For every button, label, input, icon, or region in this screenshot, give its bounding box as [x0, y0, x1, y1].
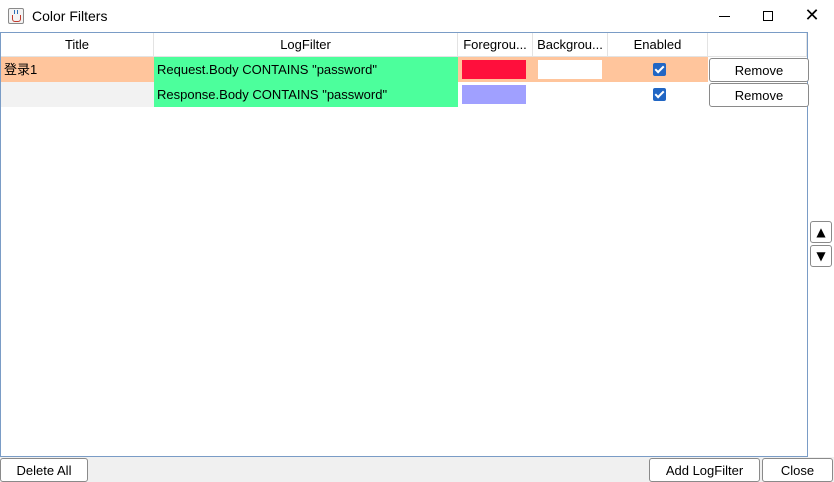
- window-title: Color Filters: [32, 8, 108, 24]
- background-cell[interactable]: [533, 82, 608, 107]
- add-logfilter-button[interactable]: Add LogFilter: [649, 458, 760, 482]
- logfilter-cell[interactable]: Response.Body CONTAINS "password": [154, 82, 458, 107]
- background-color-swatch[interactable]: [538, 60, 602, 79]
- enabled-cell: [608, 82, 708, 107]
- background-cell[interactable]: [533, 57, 608, 82]
- title-bar: Color Filters ✕: [0, 0, 834, 32]
- close-icon: ✕: [804, 5, 820, 26]
- minimize-button[interactable]: [702, 0, 746, 32]
- maximize-button[interactable]: [746, 0, 790, 32]
- java-app-icon: [8, 8, 24, 24]
- move-down-button[interactable]: ▼: [810, 245, 832, 267]
- column-header-actions: [708, 33, 807, 57]
- enabled-cell: [608, 57, 708, 82]
- down-arrow-icon: ▼: [816, 249, 826, 263]
- move-up-button[interactable]: ▲: [810, 221, 832, 243]
- table-row[interactable]: Response.Body CONTAINS "password" Remove: [1, 82, 809, 107]
- close-window-button[interactable]: ✕: [790, 0, 834, 32]
- column-header-logfilter[interactable]: LogFilter: [154, 33, 458, 57]
- title-cell[interactable]: 登录1: [1, 57, 154, 82]
- column-header-title[interactable]: Title: [1, 33, 154, 57]
- logfilter-cell[interactable]: Request.Body CONTAINS "password": [154, 57, 458, 82]
- column-header-enabled[interactable]: Enabled: [608, 33, 708, 57]
- color-filters-table: Title LogFilter Foregrou... Backgrou... …: [0, 32, 809, 457]
- minimize-icon: [718, 15, 730, 17]
- column-header-foreground[interactable]: Foregrou...: [458, 33, 533, 57]
- foreground-cell[interactable]: [458, 82, 533, 107]
- foreground-color-swatch[interactable]: [462, 85, 526, 104]
- remove-button[interactable]: Remove: [709, 83, 809, 107]
- title-cell[interactable]: [1, 82, 154, 107]
- foreground-cell[interactable]: [458, 57, 533, 82]
- column-header-background[interactable]: Backgrou...: [533, 33, 608, 57]
- delete-all-button[interactable]: Delete All: [0, 458, 88, 482]
- up-arrow-icon: ▲: [816, 225, 826, 239]
- maximize-icon: [763, 11, 773, 21]
- close-button[interactable]: Close: [762, 458, 833, 482]
- table-row[interactable]: 登录1 Request.Body CONTAINS "password" Rem…: [1, 57, 809, 82]
- foreground-color-swatch[interactable]: [462, 60, 526, 79]
- enabled-checkbox[interactable]: [653, 63, 666, 76]
- remove-button[interactable]: Remove: [709, 58, 809, 82]
- table-header: Title LogFilter Foregrou... Backgrou... …: [1, 33, 807, 57]
- enabled-checkbox[interactable]: [653, 88, 666, 101]
